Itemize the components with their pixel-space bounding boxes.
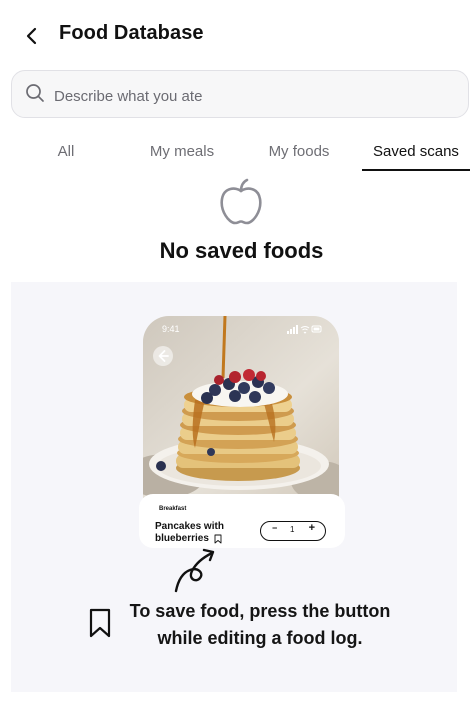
page-title: Food Database bbox=[59, 22, 204, 44]
pancake-illustration bbox=[143, 316, 339, 498]
tab-my-meals[interactable]: My meals bbox=[128, 135, 236, 169]
status-time: 9:41 bbox=[162, 324, 180, 334]
quantity-stepper: − 1 + bbox=[260, 521, 326, 541]
tab-all[interactable]: All bbox=[12, 135, 120, 169]
apple-icon bbox=[220, 178, 262, 225]
header: Food Database bbox=[0, 0, 472, 70]
tab-bar: All My meals My foods Saved scans bbox=[0, 135, 472, 171]
pancake-photo: 9:41 bbox=[143, 316, 339, 498]
meal-tag: Breakfast bbox=[159, 506, 187, 512]
stepper-quantity: 1 bbox=[290, 525, 295, 534]
search-bar[interactable] bbox=[11, 70, 469, 118]
stepper-minus: − bbox=[272, 523, 278, 533]
hint-text: To save food, press the button while edi… bbox=[129, 601, 391, 648]
tab-saved-scans[interactable]: Saved scans bbox=[362, 135, 470, 171]
pointer-arrow-icon bbox=[174, 548, 215, 593]
photo-back-icon bbox=[153, 346, 173, 366]
tab-my-foods[interactable]: My foods bbox=[245, 135, 353, 169]
status-icons bbox=[287, 325, 322, 334]
food-name: Pancakes with blueberries bbox=[155, 521, 224, 544]
back-button[interactable] bbox=[20, 24, 44, 48]
card-bookmark-icon bbox=[214, 534, 222, 544]
stepper-plus: + bbox=[308, 522, 315, 534]
chevron-left-icon bbox=[26, 27, 37, 45]
bookmark-icon bbox=[89, 608, 111, 638]
empty-state-title: No saved foods bbox=[159, 238, 324, 263]
search-input[interactable] bbox=[52, 83, 456, 109]
search-icon bbox=[26, 84, 44, 102]
food-log-card: Breakfast Pancakes with blueberries − 1 … bbox=[139, 494, 345, 548]
